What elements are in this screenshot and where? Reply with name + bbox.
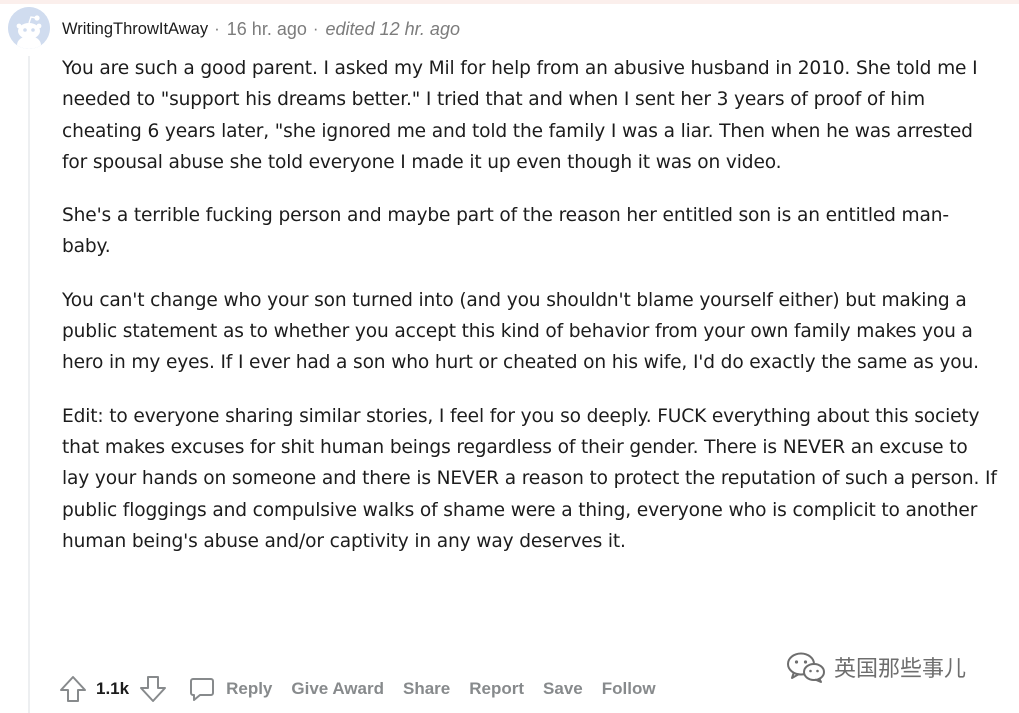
reddit-snoo-avatar-icon bbox=[8, 7, 50, 49]
save-button[interactable]: Save bbox=[543, 679, 583, 699]
author-name[interactable]: WritingThrowItAway bbox=[62, 20, 208, 39]
thread-line[interactable] bbox=[28, 56, 30, 713]
reply-label: Reply bbox=[226, 679, 273, 698]
comment-paragraph: She's a terrible fucking person and mayb… bbox=[62, 205, 949, 258]
wechat-icon bbox=[786, 650, 826, 684]
comment-paragraph: You can't change who your son turned int… bbox=[62, 289, 979, 374]
report-button[interactable]: Report bbox=[469, 679, 524, 699]
vote-score: 1.1k bbox=[96, 679, 130, 698]
follow-button[interactable]: Follow bbox=[602, 679, 656, 699]
avatar[interactable] bbox=[8, 7, 50, 49]
downvote-arrow-icon[interactable] bbox=[138, 674, 168, 704]
comment-paragraph: Edit: to everyone sharing similar storie… bbox=[62, 405, 997, 552]
comment-actions: 1.1k Reply Give Award Share Report Save … bbox=[58, 672, 675, 706]
share-button[interactable]: Share bbox=[403, 679, 450, 699]
comment-page: WritingThrowItAway · 16 hr. ago · edited… bbox=[0, 0, 1019, 713]
comment-time[interactable]: 16 hr. ago bbox=[227, 19, 307, 40]
speech-bubble-icon bbox=[188, 675, 216, 703]
comment-body: You are such a good parent. I asked my M… bbox=[62, 53, 997, 579]
edited-label: edited 12 hr. ago bbox=[325, 18, 460, 39]
give-award-button[interactable]: Give Award bbox=[291, 679, 384, 699]
meta-separator: · bbox=[214, 19, 220, 38]
top-divider bbox=[0, 0, 1019, 4]
meta-separator: · bbox=[312, 19, 319, 38]
comment-paragraph: You are such a good parent. I asked my M… bbox=[62, 58, 978, 173]
watermark-text: 英国那些事儿 bbox=[834, 657, 967, 682]
reply-button[interactable]: Reply bbox=[168, 675, 272, 703]
watermark: 英国那些事儿 bbox=[786, 650, 966, 684]
upvote-arrow-icon[interactable] bbox=[58, 674, 88, 704]
comment-meta: WritingThrowItAway · 16 hr. ago · edited… bbox=[62, 15, 460, 43]
